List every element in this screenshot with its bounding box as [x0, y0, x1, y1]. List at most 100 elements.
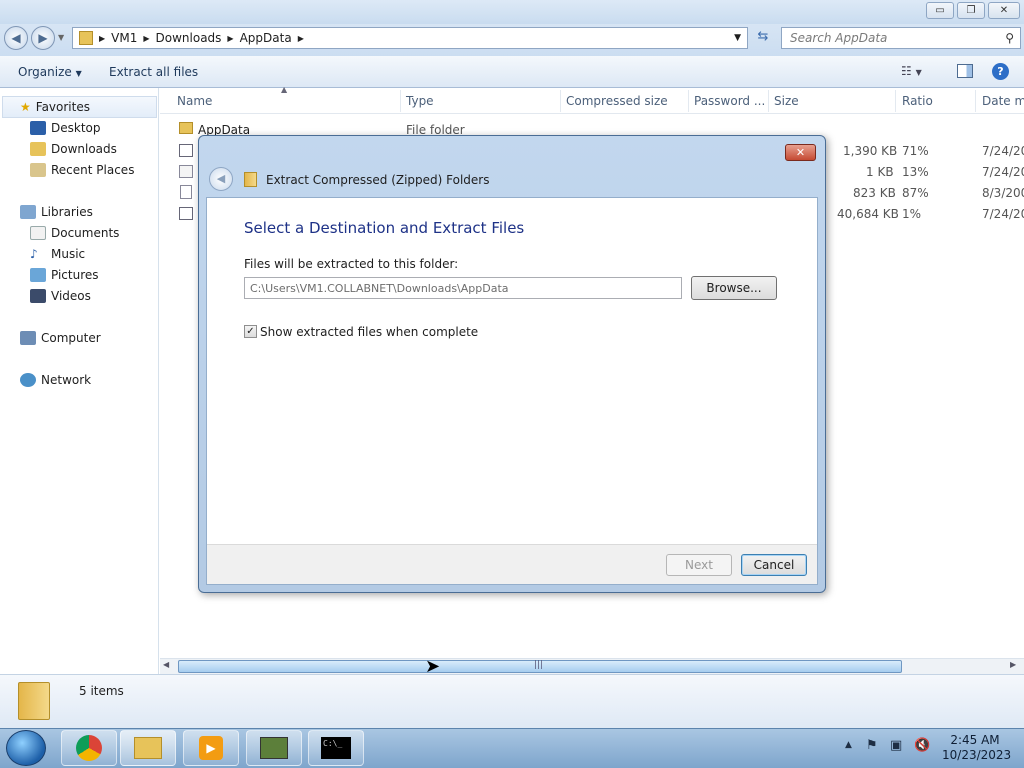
file-date: 7/24/200 [982, 165, 1024, 179]
sidebar-item-downloads[interactable]: Downloads [30, 142, 117, 156]
minimize-button[interactable]: ▭ [926, 2, 954, 19]
sidebar-item-network[interactable]: Network [20, 373, 91, 387]
search-placeholder: Search AppData [790, 31, 888, 45]
item-count: 5 items [79, 684, 124, 698]
downloads-folder-icon [30, 142, 46, 156]
help-icon[interactable]: ? [992, 63, 1009, 80]
show-hidden-icons-icon[interactable]: ▲ [845, 740, 852, 750]
forward-arrow-icon: ▶ [38, 31, 48, 45]
sort-ascending-icon: ▲ [281, 85, 288, 94]
network-icon [20, 373, 36, 387]
back-arrow-icon: ◀ [11, 31, 21, 45]
file-date: 7/24/200 [982, 144, 1024, 158]
search-icon[interactable]: ⚲ [1005, 31, 1014, 45]
extract-all-button[interactable]: Extract all files [109, 65, 198, 79]
cancel-button[interactable]: Cancel [741, 554, 807, 576]
refresh-icon[interactable]: ⇆ [752, 29, 774, 47]
breadcrumb-vm1[interactable]: VM1 [105, 31, 143, 45]
sidebar-item-music[interactable]: ♪ Music [30, 247, 85, 261]
videos-icon [30, 289, 46, 303]
zip-folder-icon [18, 682, 50, 720]
file-ratio: 71% [902, 144, 929, 158]
close-button[interactable]: ✕ [988, 2, 1020, 19]
file-ratio: 87% [902, 186, 929, 200]
taskbar-chrome[interactable] [61, 730, 117, 766]
zip-folder-icon [244, 172, 257, 187]
taskbar-media-player[interactable]: ▶ [183, 730, 239, 766]
media-player-icon: ▶ [199, 736, 223, 760]
dialog-title: Extract Compressed (Zipped) Folders [266, 173, 490, 187]
forward-button[interactable]: ▶ [31, 26, 55, 50]
next-button[interactable]: Next [666, 554, 732, 576]
sidebar-item-favorites[interactable]: ★ Favorites [20, 100, 90, 114]
dialog-close-button[interactable]: ✕ [785, 144, 816, 161]
recent-places-icon [30, 163, 46, 177]
grip-icon: ||| [534, 660, 544, 670]
system-clock[interactable]: 2:45 AM 10/23/2023 [942, 733, 1012, 763]
action-center-flag-icon[interactable]: ⚑ [866, 738, 878, 753]
file-icon[interactable] [179, 144, 193, 157]
folder-icon [79, 31, 93, 45]
restore-button[interactable]: ❐ [957, 2, 985, 19]
taskbar-explorer[interactable] [120, 730, 176, 766]
recent-pages-dropdown[interactable]: ▼ [58, 33, 64, 42]
sidebar-item-videos[interactable]: Videos [30, 289, 91, 303]
folder-icon [179, 122, 193, 134]
dialog-content [206, 197, 818, 585]
address-dropdown-icon[interactable]: ▼ [734, 33, 741, 43]
clock-date: 10/23/2023 [942, 748, 1012, 762]
file-size: 1 KB [866, 165, 894, 179]
dialog-heading: Select a Destination and Extract Files [244, 219, 525, 237]
music-icon: ♪ [30, 247, 38, 261]
file-date: 7/24/200 [982, 207, 1024, 221]
pictures-icon [30, 268, 46, 282]
back-button[interactable]: ◀ [4, 26, 28, 50]
show-files-label[interactable]: Show extracted files when complete [260, 325, 478, 339]
sidebar-item-pictures[interactable]: Pictures [30, 268, 99, 282]
breadcrumb-separator-icon: ▶ [297, 33, 304, 43]
taskbar-cmd[interactable]: C:\_ [308, 730, 364, 766]
scroll-right-icon[interactable]: ▶ [1010, 660, 1016, 669]
search-input[interactable]: Search AppData ⚲ [781, 27, 1021, 49]
dialog-back-button[interactable]: ◀ [209, 167, 233, 191]
organize-button[interactable]: Organize ▼ [18, 65, 82, 79]
volume-muted-icon[interactable]: 🔇 [914, 738, 930, 753]
file-icon[interactable] [179, 207, 193, 220]
network-status-icon[interactable]: ▣ [890, 738, 902, 753]
desktop-icon [30, 121, 46, 135]
file-ratio: 1% [902, 207, 922, 221]
documents-icon [30, 226, 46, 240]
destination-path-input[interactable] [244, 277, 682, 299]
column-date[interactable]: Date mo [982, 94, 1024, 108]
sidebar-item-computer[interactable]: Computer [20, 331, 101, 345]
sidebar-item-libraries[interactable]: Libraries [20, 205, 93, 219]
window-titlebar [0, 0, 1024, 24]
chevron-down-icon: ▼ [75, 69, 82, 78]
show-files-checkbox[interactable]: ✓ [244, 325, 257, 338]
star-icon: ★ [20, 100, 31, 114]
column-password[interactable]: Password ... [694, 94, 765, 108]
taskbar-network-app[interactable] [246, 730, 302, 766]
folder-icon [134, 737, 162, 759]
browse-button[interactable]: Browse... [691, 276, 777, 300]
details-pane [0, 674, 1024, 728]
address-bar[interactable]: ▶ VM1 ▶ Downloads ▶ AppData ▶ ▼ [72, 27, 748, 49]
preview-pane-icon[interactable] [957, 64, 973, 78]
breadcrumb-downloads[interactable]: Downloads [150, 31, 228, 45]
column-type[interactable]: Type [406, 94, 434, 108]
view-options-icon[interactable]: ☷ ▼ [901, 64, 922, 78]
column-size[interactable]: Size [774, 94, 799, 108]
column-ratio[interactable]: Ratio [902, 94, 933, 108]
sidebar-item-documents[interactable]: Documents [30, 226, 119, 240]
scroll-left-icon[interactable]: ◀ [163, 660, 169, 669]
breadcrumb-appdata[interactable]: AppData [234, 31, 298, 45]
document-icon[interactable] [180, 185, 192, 199]
sidebar-item-desktop[interactable]: Desktop [30, 121, 101, 135]
column-compressed-size[interactable]: Compressed size [566, 94, 668, 108]
column-name[interactable]: Name [177, 94, 212, 108]
sidebar-item-recent-places[interactable]: Recent Places [30, 163, 134, 177]
destination-label: Files will be extracted to this folder: [244, 257, 459, 271]
settings-file-icon[interactable] [179, 165, 193, 178]
start-button[interactable] [6, 730, 46, 766]
file-date: 8/3/2008 [982, 186, 1024, 200]
